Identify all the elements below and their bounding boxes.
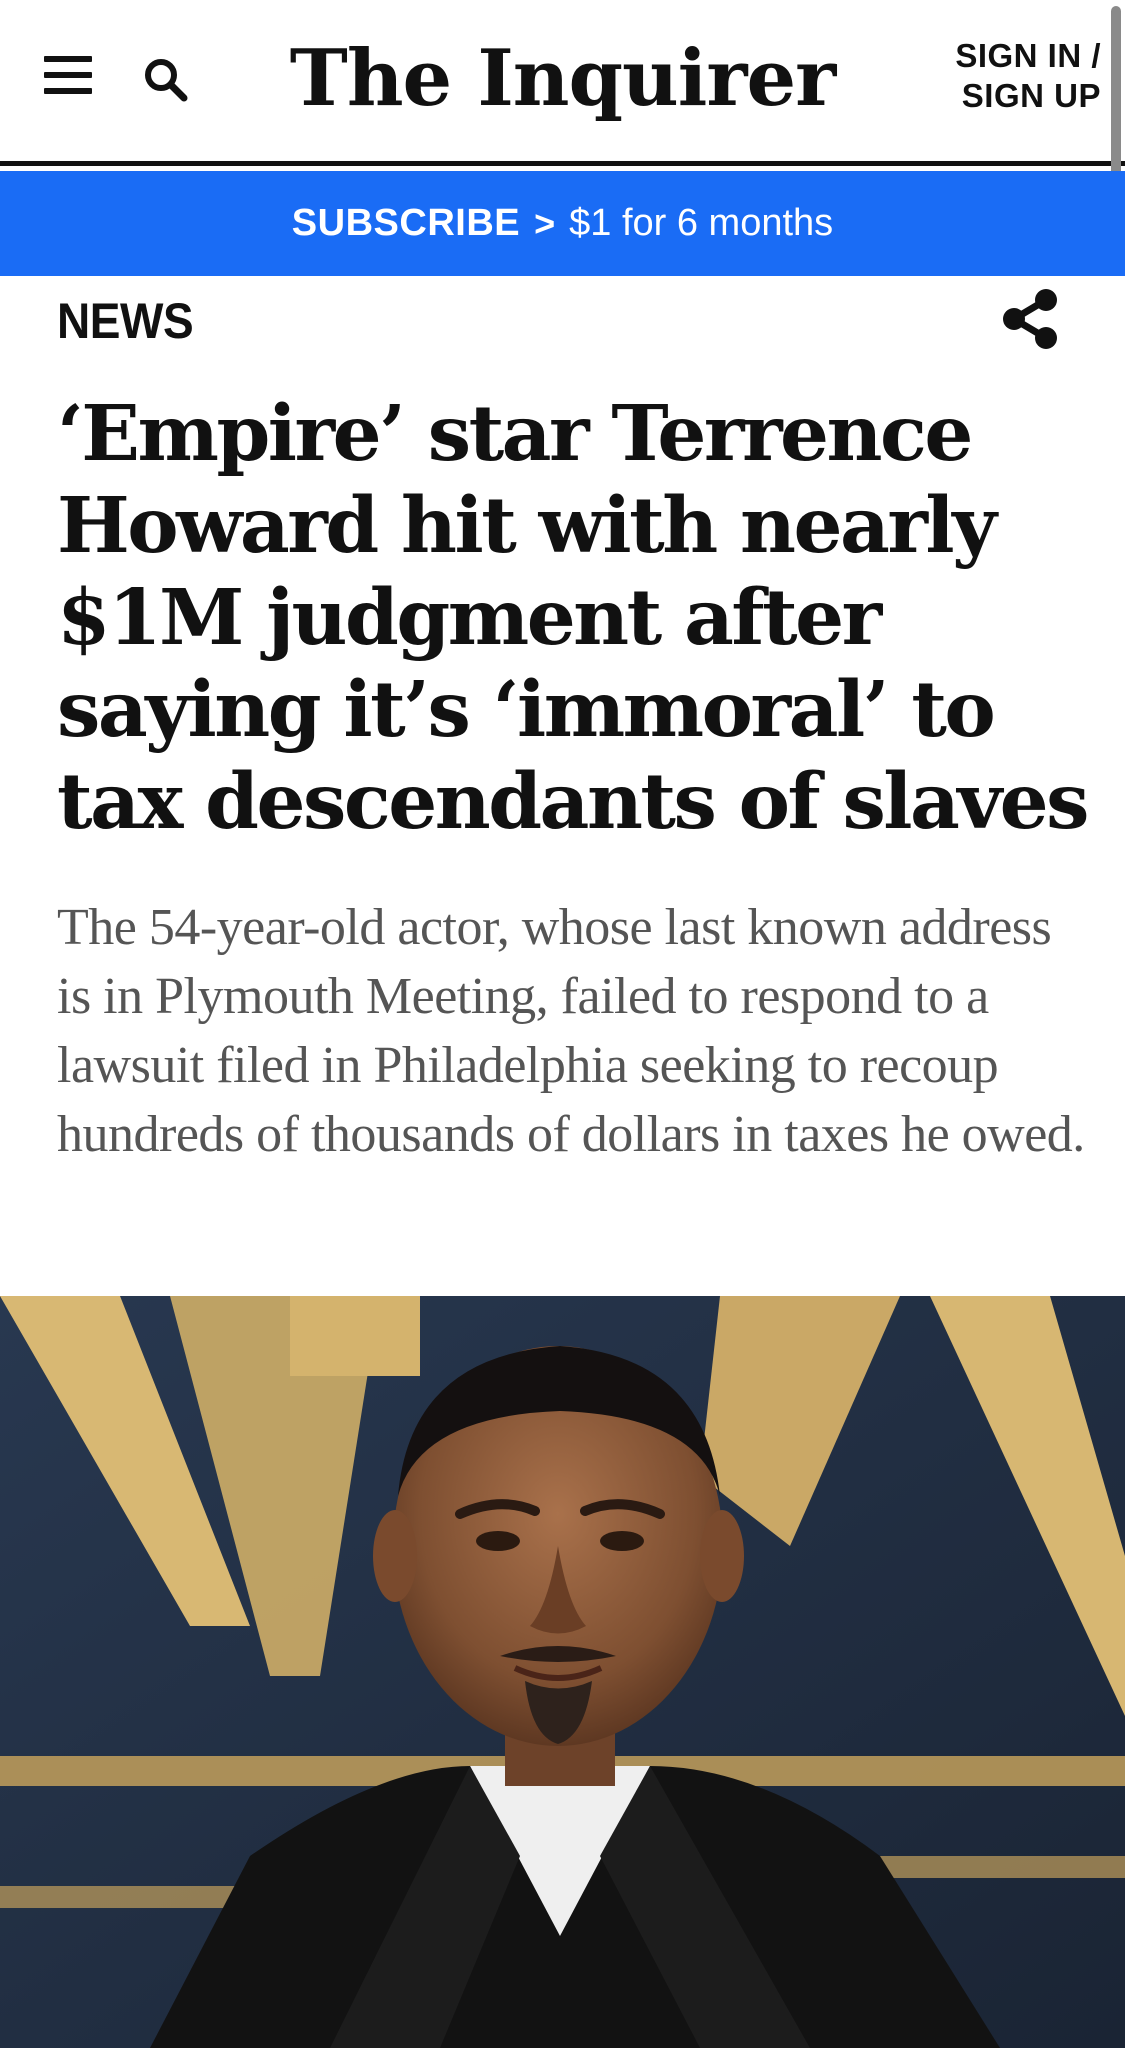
- article-dek: The 54-year-old actor, whose last known …: [57, 899, 1085, 1163]
- subscribe-label: SUBSCRIBE: [291, 202, 521, 244]
- sign-in-link[interactable]: SIGN IN /: [955, 36, 1101, 76]
- sign-up-link[interactable]: SIGN UP: [955, 76, 1101, 116]
- lead-photo-illustration: [0, 1296, 1125, 2048]
- site-header: The Inquirer SIGN IN / SIGN UP: [0, 0, 1125, 212]
- section-label[interactable]: NEWS: [57, 292, 194, 350]
- hamburger-menu-icon[interactable]: [44, 56, 94, 98]
- subscribe-banner[interactable]: SUBSCRIBE > $1 for 6 months: [0, 171, 1125, 276]
- chevron-right-icon: >: [534, 202, 556, 244]
- search-icon[interactable]: [140, 54, 192, 106]
- lead-photo[interactable]: [0, 1296, 1125, 2048]
- logo-link[interactable]: The Inquirer: [290, 33, 836, 124]
- account-links: SIGN IN / SIGN UP: [955, 36, 1101, 116]
- article-headline: ‘Empire’ star Terrence Howard hit with n…: [57, 389, 1090, 847]
- subscribe-offer: $1 for 6 months: [569, 202, 834, 244]
- share-icon[interactable]: [1000, 288, 1060, 350]
